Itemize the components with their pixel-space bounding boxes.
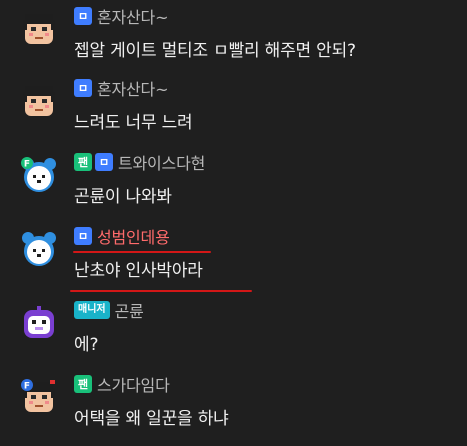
- pixel-man-avatar-icon[interactable]: [20, 10, 58, 48]
- message-text: 어택을 왜 일꾼을 하냐: [74, 409, 229, 429]
- chat-message: 매니저 곤륜 에?: [0, 294, 467, 366]
- chat-message: ㅁ 혼자산다~ 젭알 게이트 멀티조 ㅁ빨리 해주면 안되?: [0, 0, 467, 72]
- chat-message: ㅁ 혼자산다~ 느려도 너무 느려: [0, 72, 467, 144]
- message-header: ㅁ 혼자산다~: [74, 4, 168, 28]
- nickname[interactable]: 곤륜: [115, 298, 144, 322]
- chat-message: F 팬 스가다임다 어택을 왜 일꾼을 하냐: [0, 368, 467, 440]
- message-text: 곤륜이 나와봐: [74, 187, 172, 207]
- pixel-man-fan-avatar-icon[interactable]: F: [20, 378, 58, 416]
- manager-badge-icon: 매니저: [74, 301, 110, 319]
- nickname[interactable]: 트와이스다현: [118, 150, 205, 174]
- subscriber-badge-icon: ㅁ: [95, 153, 113, 171]
- subscriber-badge-icon: ㅁ: [74, 227, 92, 245]
- chat-message: F 팬 ㅁ 트와이스다현 곤륜이 나와봐: [0, 146, 467, 218]
- chat-message: ㅁ 성범인데용 난초야 인사박아라: [0, 220, 467, 292]
- nickname[interactable]: 혼자산다~: [97, 76, 168, 100]
- pixel-robot-avatar-icon[interactable]: [20, 304, 58, 342]
- message-text: 난초야 인사박아라: [74, 261, 203, 281]
- subscriber-badge-icon: ㅁ: [74, 79, 92, 97]
- svg-text:F: F: [24, 382, 30, 392]
- message-header: 팬 스가다임다: [74, 372, 170, 396]
- highlight-underline: [73, 251, 211, 253]
- pixel-man-avatar-icon[interactable]: [20, 82, 58, 120]
- highlight-underline: [70, 290, 252, 292]
- message-text: 느려도 너무 느려: [74, 113, 193, 133]
- message-text: 젭알 게이트 멀티조 ㅁ빨리 해주면 안되?: [74, 41, 356, 61]
- message-text: 에?: [74, 335, 99, 355]
- pixel-bear-avatar-icon[interactable]: [20, 230, 58, 268]
- message-header: 팬 ㅁ 트와이스다현: [74, 150, 205, 174]
- nickname[interactable]: 성범인데용: [97, 224, 170, 248]
- fan-badge-icon: 팬: [74, 153, 92, 171]
- pixel-bear-fan-avatar-icon[interactable]: F: [20, 156, 58, 194]
- svg-text:F: F: [24, 160, 30, 170]
- message-header: 매니저 곤륜: [74, 298, 144, 322]
- nickname[interactable]: 스가다임다: [97, 372, 170, 396]
- nickname[interactable]: 혼자산다~: [97, 4, 168, 28]
- fan-badge-icon: 팬: [74, 375, 92, 393]
- message-header: ㅁ 성범인데용: [74, 224, 170, 248]
- chat-log: ㅁ 혼자산다~ 젭알 게이트 멀티조 ㅁ빨리 해주면 안되? ㅁ 혼자산다~ 느…: [0, 0, 467, 446]
- subscriber-badge-icon: ㅁ: [74, 7, 92, 25]
- message-header: ㅁ 혼자산다~: [74, 76, 168, 100]
